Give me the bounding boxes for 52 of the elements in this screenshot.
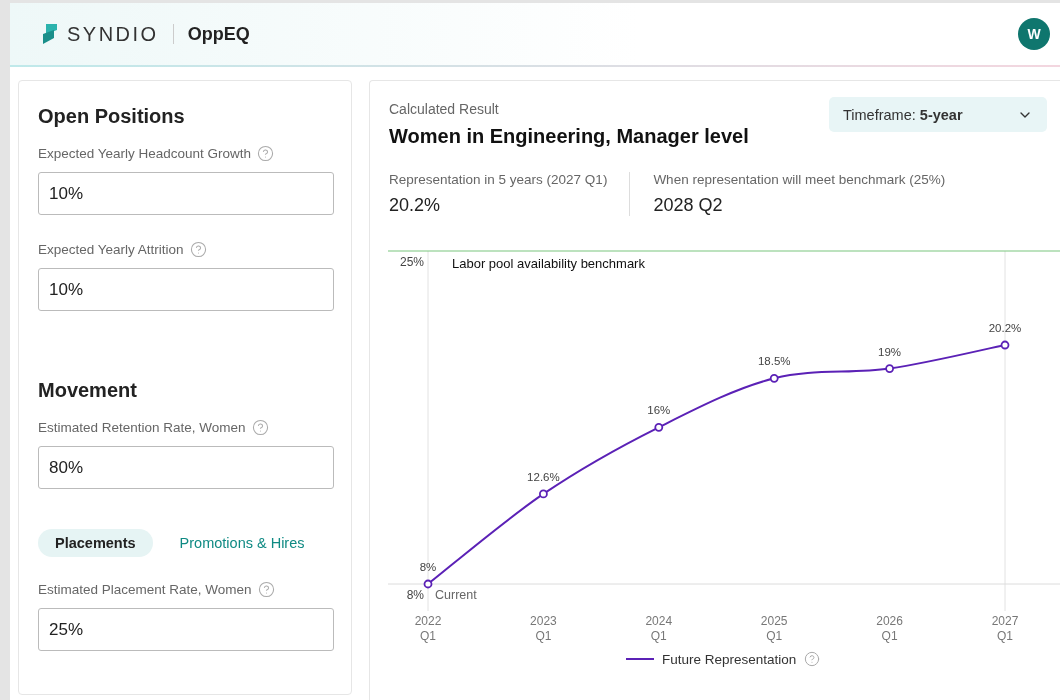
benchmark-label: Labor pool availability benchmark: [452, 256, 645, 271]
help-icon[interactable]: [804, 651, 821, 667]
field-label: Expected Yearly Headcount Growth: [38, 146, 252, 161]
stat-value: 20.2%: [389, 195, 442, 216]
stat-label: Representation in 5 years (2027 Q1): [389, 172, 608, 187]
data-label: 8%: [419, 561, 437, 573]
data-label: 12.6%: [527, 470, 560, 483]
data-point: [1000, 340, 1010, 350]
product-name: OppEQ: [187, 23, 250, 45]
data-point: [423, 579, 433, 589]
data-point: [539, 489, 548, 499]
x-tick-label: 2025 Q1: [760, 614, 788, 643]
x-tick-label: 2026 Q1: [876, 614, 903, 643]
data-label: 18.5%: [757, 355, 791, 368]
help-icon[interactable]: [257, 581, 275, 598]
stat-label: When representation will meet benchmark (25%): [653, 172, 946, 187]
data-point: [654, 422, 664, 432]
y-tick-label: 25%: [399, 255, 424, 269]
legend-line: [626, 658, 654, 660]
x-tick-label: 2022 Q1: [414, 614, 442, 643]
input-field[interactable]: 10%: [38, 172, 334, 215]
logo-icon: [43, 24, 57, 44]
x-tick-label: 2023 Q1: [530, 614, 557, 643]
field-label: Expected Yearly Attrition: [38, 242, 184, 257]
input-field[interactable]: 25%: [38, 608, 334, 651]
section-heading: Movement: [38, 379, 138, 402]
result-title: Women in Engineering, Manager level: [389, 125, 750, 148]
brand-name: SYNDIO: [67, 22, 159, 46]
data-point: [885, 364, 894, 373]
data-label: 16%: [647, 404, 671, 417]
timeframe-dropdown[interactable]: Timeframe: 5-year: [829, 97, 1047, 132]
section-heading: Open Positions: [38, 105, 186, 128]
help-icon[interactable]: [257, 145, 275, 162]
x-tick-label: 2027 Q1: [991, 614, 1019, 643]
result-eyebrow: Calculated Result: [389, 101, 500, 117]
x-tick-label: 2024 Q1: [645, 614, 673, 643]
data-point: [769, 373, 779, 383]
input-field[interactable]: 80%: [38, 446, 334, 489]
current-label: Current: [435, 588, 477, 602]
help-icon[interactable]: [189, 241, 207, 258]
legend-label: Future Representation: [662, 651, 797, 667]
input-field[interactable]: 10%: [38, 268, 334, 311]
user-avatar[interactable]: W: [1018, 18, 1050, 50]
y-tick-label: 8%: [406, 588, 424, 602]
data-label: 19%: [878, 345, 902, 358]
help-icon[interactable]: [251, 419, 269, 436]
field-label: Estimated Retention Rate, Women: [38, 420, 246, 435]
tab[interactable]: Placements: [38, 529, 153, 557]
tab[interactable]: Promotions & Hires: [162, 529, 322, 557]
stat-value: 2028 Q2: [653, 195, 724, 216]
data-label: 20.2%: [988, 322, 1022, 334]
field-label: Estimated Placement Rate, Women: [38, 582, 252, 597]
